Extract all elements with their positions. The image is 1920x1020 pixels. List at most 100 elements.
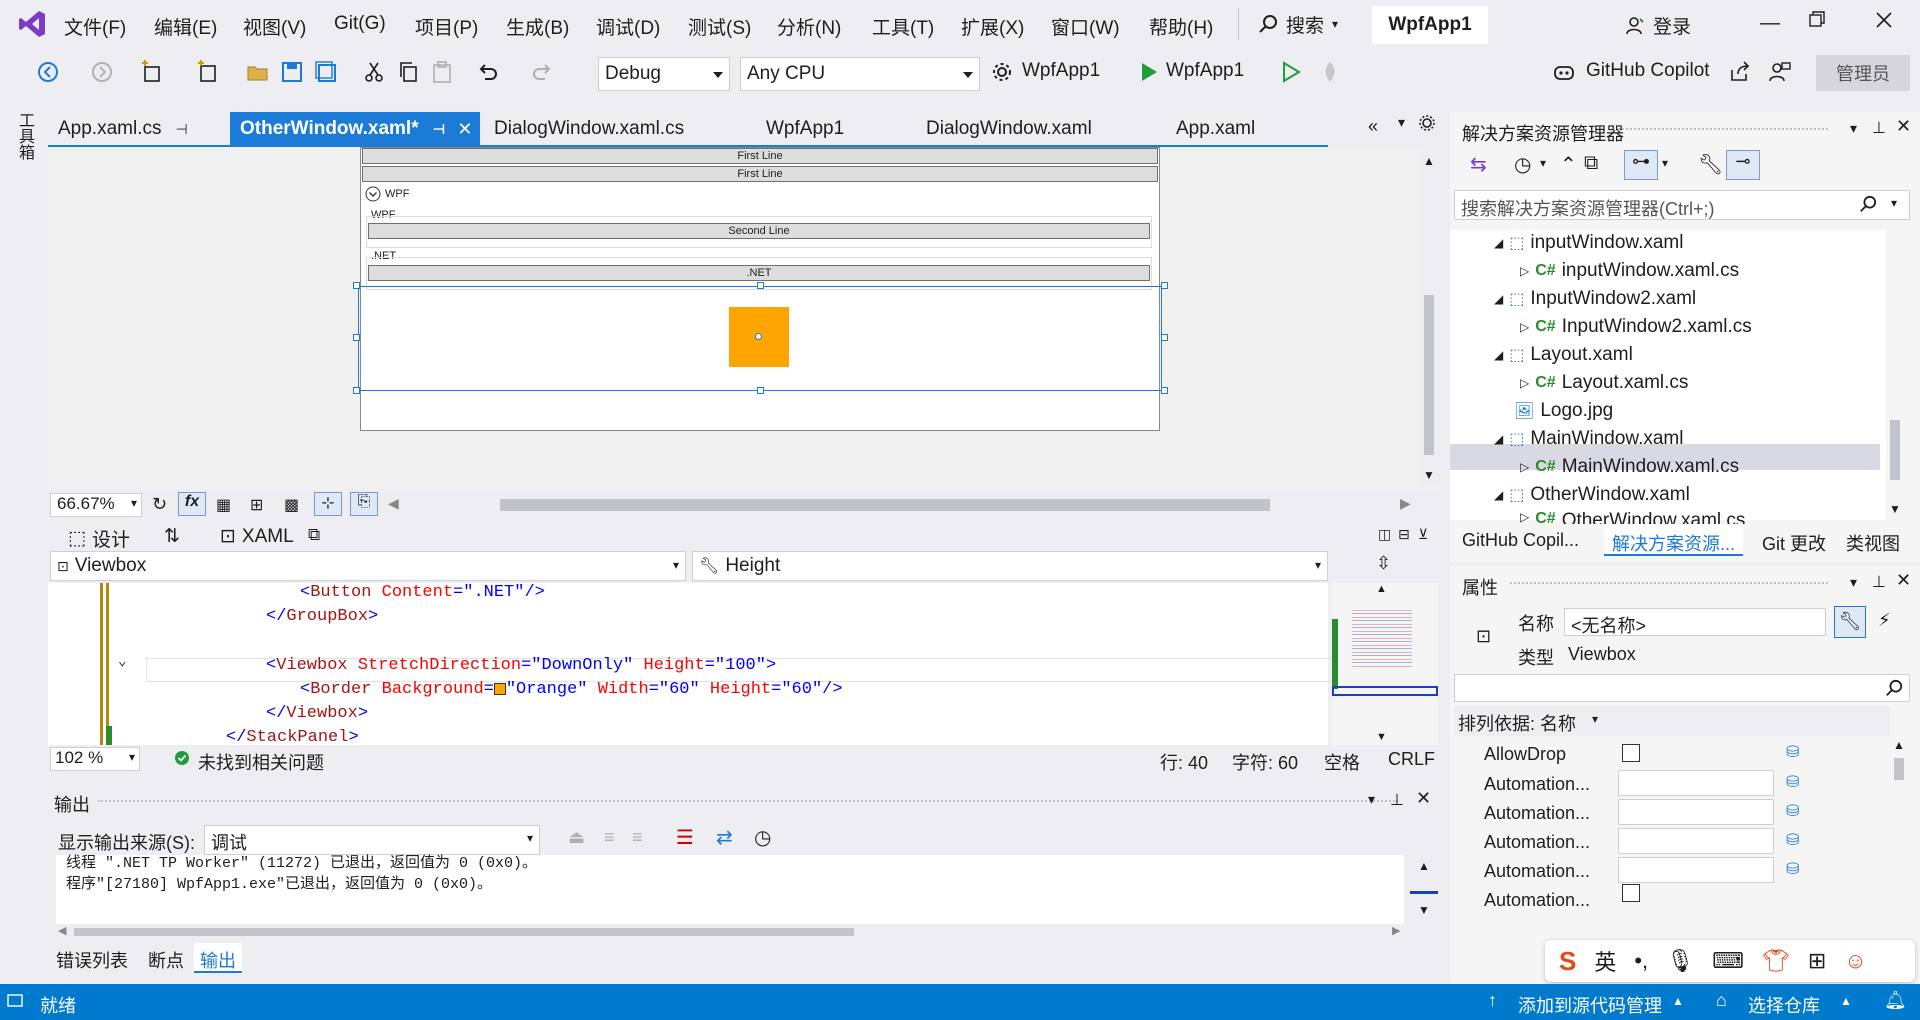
new-project-icon[interactable]: [140, 60, 166, 86]
close-panel-icon[interactable]: ✕: [1896, 570, 1911, 591]
minimize-icon[interactable]: —: [1760, 12, 1780, 35]
collapse-region-icon[interactable]: ⌄: [118, 653, 126, 670]
menu-build[interactable]: 生成(B): [506, 13, 569, 40]
run-without-debug-icon[interactable]: [1280, 60, 1306, 86]
tree-item-mainwindow-xaml-cs[interactable]: ▷ C# MainWindow.xaml.cs: [1520, 456, 1739, 478]
popout-icon[interactable]: ⧉: [308, 525, 320, 545]
tree-item-logo-jpg[interactable]: 🖼︎ Logo.jpg: [1514, 400, 1613, 422]
word-wrap-icon[interactable]: ⇄: [716, 825, 733, 850]
pin-icon[interactable]: ⊥: [1390, 790, 1404, 810]
start-debug-button[interactable]: WpfApp1: [1166, 60, 1244, 82]
expand-collapse-icon[interactable]: ◢: [1494, 432, 1503, 446]
designer-hscroll-thumb[interactable]: [500, 499, 1270, 511]
scroll-down-icon[interactable]: ▼: [1418, 903, 1430, 917]
tab-dialogwindow-xaml[interactable]: DialogWindow.xaml: [916, 112, 1116, 146]
prop-value-input[interactable]: [1618, 770, 1774, 796]
tab-wpfapp1[interactable]: WpfApp1: [756, 112, 896, 146]
punctuation-icon[interactable]: •,: [1634, 948, 1648, 974]
toolbox-grid-icon[interactable]: ⊞: [1808, 948, 1826, 974]
element-nav-dropdown[interactable]: ⊡ Viewbox ▾: [50, 551, 686, 581]
tree-item-inputwindow2-xaml-cs[interactable]: ▷ C# InputWindow2.xaml.cs: [1520, 316, 1752, 338]
properties-wrench-icon[interactable]: 🔧︎: [1698, 152, 1723, 177]
hot-reload-icon[interactable]: [1318, 60, 1344, 86]
output-vscrollbar[interactable]: ▲ ▼: [1410, 855, 1438, 930]
vs-switch-views-icon[interactable]: ⇆: [1470, 152, 1487, 177]
panel-dropdown-icon[interactable]: ▾: [1850, 120, 1857, 137]
resize-handle[interactable]: [757, 282, 764, 289]
tab-dialogwindow-xaml-cs[interactable]: DialogWindow.xaml.cs: [484, 112, 734, 146]
first-line-button-1[interactable]: First Line: [362, 148, 1158, 164]
timestamp-icon[interactable]: ◷: [754, 825, 771, 850]
tab-solution-explorer[interactable]: 解决方案资源...: [1604, 524, 1744, 556]
member-nav-dropdown[interactable]: 🔧︎ Height ▾: [692, 551, 1328, 581]
prev-message-icon[interactable]: ≡: [604, 827, 615, 848]
prop-value-input[interactable]: [1618, 828, 1774, 854]
tab-class-view[interactable]: 类视图: [1846, 530, 1900, 556]
events-view-icon[interactable]: ⚡︎: [1878, 610, 1891, 631]
solution-search-input[interactable]: 搜索解决方案资源管理器(Ctrl+;) ▾: [1454, 190, 1910, 220]
scroll-left-icon[interactable]: ◀: [388, 495, 399, 512]
scroll-thumb[interactable]: [1894, 758, 1904, 780]
restore-icon[interactable]: [1808, 10, 1826, 28]
sync-with-document-icon[interactable]: ⊶: [1624, 150, 1658, 180]
keyboard-icon[interactable]: ⌨︎: [1712, 948, 1744, 974]
save-icon[interactable]: [280, 60, 306, 86]
color-swatch[interactable]: [493, 682, 506, 695]
tab-git-changes[interactable]: Git 更改: [1762, 530, 1826, 556]
save-all-icon[interactable]: [314, 60, 340, 86]
xaml-tab[interactable]: ⊡ XAML: [220, 525, 294, 548]
effects-toggle-icon[interactable]: fx: [178, 492, 206, 516]
expand-collapse-icon[interactable]: ◢: [1494, 292, 1503, 306]
scroll-right-icon[interactable]: ▶: [1400, 495, 1411, 512]
expand-icon[interactable]: ▷: [1520, 264, 1529, 278]
paste-icon[interactable]: [430, 60, 456, 86]
swap-panes-icon[interactable]: ⇅: [164, 525, 180, 548]
tree-item-mainwindow-xaml[interactable]: ◢ ⬚ MainWindow.xaml: [1494, 428, 1683, 450]
tab-otherwindow-xaml[interactable]: OtherWindow.xaml* ⊣ ✕: [230, 112, 480, 146]
settings-icon[interactable]: [1418, 114, 1436, 132]
database-icon[interactable]: ⛁: [1786, 859, 1799, 879]
resize-handle[interactable]: [353, 387, 360, 394]
search-box[interactable]: 搜索 ▾: [1258, 10, 1338, 38]
login-button[interactable]: 登录: [1625, 12, 1691, 39]
skin-icon[interactable]: 👕︎: [1762, 948, 1790, 974]
whitespace-indicator[interactable]: 空格: [1324, 749, 1360, 775]
scroll-down-icon[interactable]: ▼: [1376, 731, 1387, 743]
preview-selected-icon[interactable]: ⊸: [1726, 150, 1760, 180]
resize-handle[interactable]: [353, 334, 360, 341]
tab-output[interactable]: 输出: [194, 943, 242, 973]
menu-edit[interactable]: 编辑(E): [154, 13, 217, 40]
share-icon[interactable]: [1728, 60, 1754, 86]
database-icon[interactable]: ⛁: [1786, 830, 1799, 850]
database-icon[interactable]: ⛁: [1786, 801, 1799, 821]
tree-item-otherwindow-xaml[interactable]: ◢ ⬚ OtherWindow.xaml: [1494, 484, 1690, 506]
checkerboard-icon[interactable]: ▩: [284, 495, 299, 515]
tab-github-copilot[interactable]: GitHub Copil...: [1462, 530, 1579, 551]
grid-icon[interactable]: ▦: [216, 495, 231, 515]
tree-item-layout-xaml[interactable]: ◢ ⬚ Layout.xaml: [1494, 344, 1633, 366]
panel-grip[interactable]: [1618, 128, 1828, 132]
database-icon[interactable]: ⛁: [1786, 742, 1799, 762]
menu-tools[interactable]: 工具(T): [872, 13, 934, 40]
prop-value-input[interactable]: [1618, 799, 1774, 825]
scroll-thumb[interactable]: [1890, 420, 1900, 480]
snap-lines-icon[interactable]: ⊹: [314, 492, 342, 516]
scroll-up-icon[interactable]: ▲: [1893, 738, 1905, 752]
output-hscrollbar[interactable]: ◀ ▶: [56, 924, 1404, 940]
tree-item-inputwindow-xaml[interactable]: ◢ ⬚ inputWindow.xaml: [1494, 232, 1683, 254]
editor-zoom-dropdown[interactable]: 102 % ▾: [50, 747, 140, 771]
menu-extensions[interactable]: 扩展(X): [961, 13, 1024, 40]
vertical-split-icon[interactable]: ◫: [1378, 526, 1391, 543]
tree-item-inputwindow-xaml-cs[interactable]: ▷ C# inputWindow.xaml.cs: [1520, 260, 1739, 282]
menu-debug[interactable]: 调试(D): [596, 13, 660, 40]
scroll-up-icon[interactable]: ▲: [1376, 583, 1387, 595]
xaml-code-editor[interactable]: ⌄ <Button Content=".NET"/> </GroupBox> <…: [48, 583, 1376, 747]
solution-platform-dropdown[interactable]: Any CPU: [740, 57, 980, 91]
expand-icon[interactable]: ▷: [1520, 460, 1529, 474]
redo-icon[interactable]: [530, 60, 556, 86]
scroll-down-icon[interactable]: ▼: [1889, 502, 1901, 516]
split-editor-icon[interactable]: ⇳: [1376, 553, 1391, 574]
tree-item-otherwindow-xaml-cs[interactable]: ▷ C# OtherWindow.xaml.cs: [1520, 510, 1745, 524]
startup-project-dropdown[interactable]: WpfApp1: [1022, 60, 1100, 82]
find-message-icon[interactable]: ⏏: [568, 827, 585, 848]
